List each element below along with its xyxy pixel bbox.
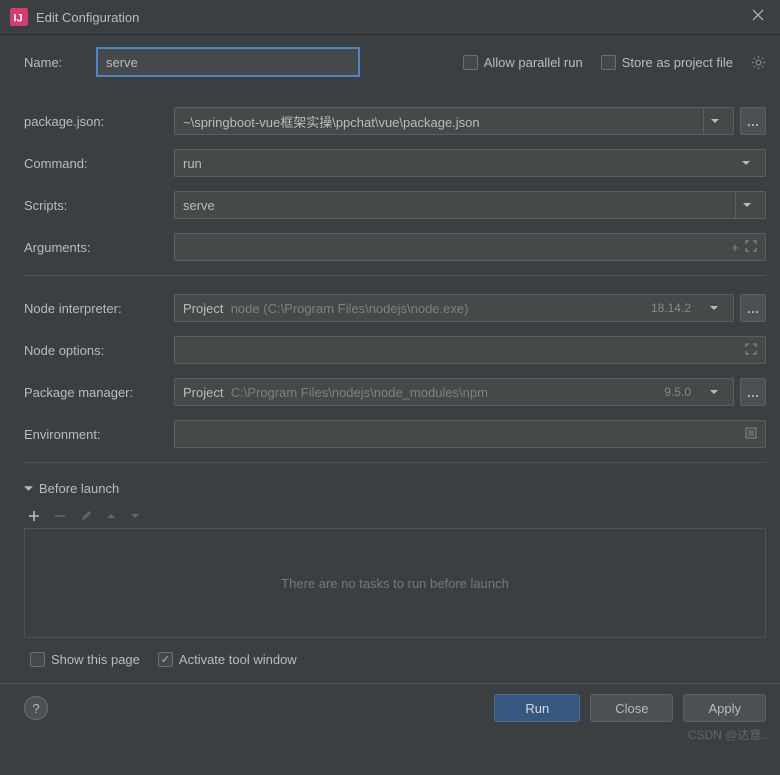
node-interpreter-label: Node interpreter:	[24, 301, 174, 316]
checkbox-icon	[601, 55, 616, 70]
arguments-input[interactable]: +	[174, 233, 766, 261]
separator	[24, 462, 766, 463]
apply-button[interactable]: Apply	[683, 694, 766, 722]
svg-text:IJ: IJ	[13, 13, 22, 25]
scripts-label: Scripts:	[24, 198, 174, 213]
chevron-down-icon	[703, 295, 725, 321]
gear-icon[interactable]	[751, 55, 766, 70]
node-interpreter-browse-button[interactable]: …	[740, 294, 766, 322]
checkbox-icon	[158, 652, 173, 667]
chevron-down-icon	[703, 379, 725, 405]
store-as-file-label: Store as project file	[622, 55, 733, 70]
name-label: Name:	[24, 55, 96, 70]
close-icon[interactable]	[746, 6, 770, 28]
before-launch-tasks: There are no tasks to run before launch	[24, 528, 766, 638]
window-title: Edit Configuration	[36, 10, 746, 25]
move-down-button[interactable]	[130, 512, 140, 520]
scripts-combo[interactable]: serve	[174, 191, 766, 219]
remove-task-button[interactable]	[54, 510, 66, 522]
edit-task-button[interactable]	[80, 510, 92, 522]
arguments-label: Arguments:	[24, 240, 174, 255]
run-button[interactable]: Run	[494, 694, 580, 722]
chevron-down-icon	[24, 484, 33, 493]
checkbox-icon	[30, 652, 45, 667]
chevron-down-icon	[735, 150, 757, 176]
chevron-down-icon	[735, 192, 757, 218]
watermark: CSDN @达意..	[688, 726, 768, 743]
checkbox-icon	[463, 55, 478, 70]
package-manager-browse-button[interactable]: …	[740, 378, 766, 406]
before-launch-header[interactable]: Before launch	[24, 481, 766, 496]
node-options-input[interactable]	[174, 336, 766, 364]
help-button[interactable]: ?	[24, 696, 48, 720]
move-up-button[interactable]	[106, 512, 116, 520]
expand-icon[interactable]	[745, 240, 757, 255]
environment-input[interactable]	[174, 420, 766, 448]
plus-icon[interactable]: +	[731, 240, 739, 255]
list-icon[interactable]	[745, 427, 757, 442]
package-json-browse-button[interactable]: …	[740, 107, 766, 135]
node-options-label: Node options:	[24, 343, 174, 358]
package-manager-combo[interactable]: Project C:\Program Files\nodejs\node_mod…	[174, 378, 734, 406]
node-interpreter-combo[interactable]: Project node (C:\Program Files\nodejs\no…	[174, 294, 734, 322]
allow-parallel-label: Allow parallel run	[484, 55, 583, 70]
package-json-label: package.json:	[24, 114, 174, 129]
app-icon: IJ	[10, 8, 28, 26]
chevron-down-icon	[703, 108, 725, 134]
separator	[24, 275, 766, 276]
package-manager-label: Package manager:	[24, 385, 174, 400]
command-combo[interactable]: run	[174, 149, 766, 177]
environment-label: Environment:	[24, 427, 174, 442]
name-input[interactable]	[96, 47, 360, 77]
store-as-file-checkbox[interactable]: Store as project file	[601, 55, 733, 70]
package-json-combo[interactable]: ~\springboot-vue框架实操\ppchat\vue\package.…	[174, 107, 734, 135]
show-this-page-checkbox[interactable]: Show this page	[30, 652, 140, 667]
allow-parallel-checkbox[interactable]: Allow parallel run	[463, 55, 583, 70]
add-task-button[interactable]	[28, 510, 40, 522]
expand-icon[interactable]	[745, 343, 757, 358]
close-button[interactable]: Close	[590, 694, 673, 722]
activate-tool-window-checkbox[interactable]: Activate tool window	[158, 652, 297, 667]
command-label: Command:	[24, 156, 174, 171]
